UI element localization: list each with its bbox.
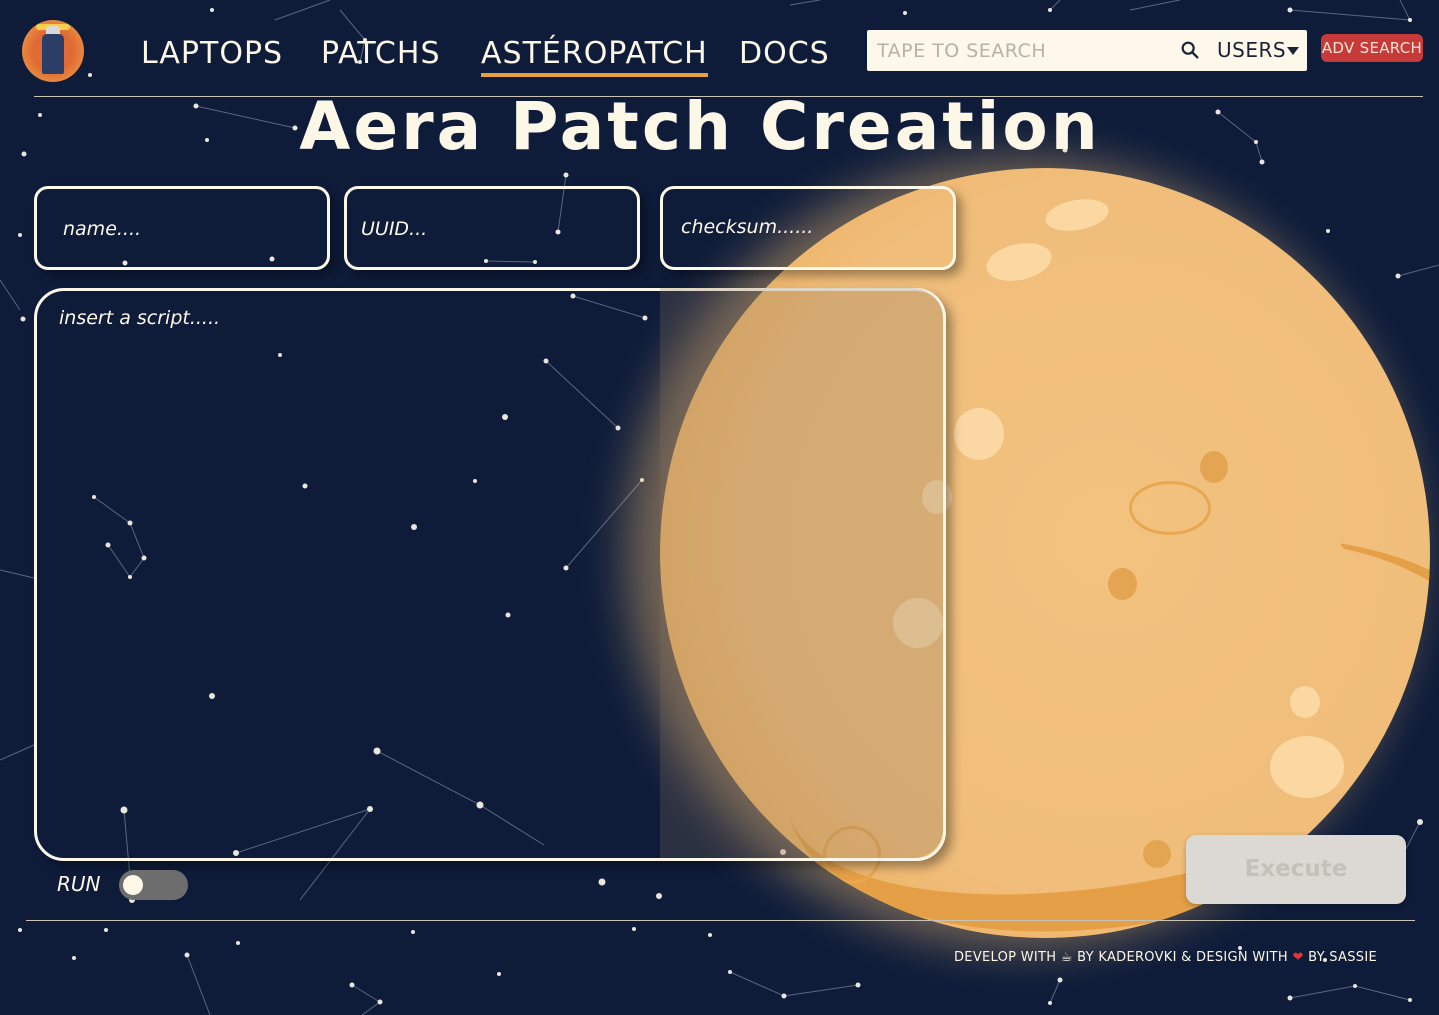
run-toggle[interactable] <box>119 870 188 900</box>
search-bar: USERS <box>867 30 1307 71</box>
moon-crater <box>1129 481 1211 535</box>
nav-link-docs[interactable]: DOCS <box>739 36 830 71</box>
footer-divider <box>26 920 1415 921</box>
footer-credits: DEVELOP WITH ☕ BY KADEROVKI & DESIGN WIT… <box>954 950 1377 965</box>
moon-crater <box>1200 451 1228 483</box>
moon-crater <box>1143 840 1171 868</box>
nav-link-asteropatch[interactable]: ASTÉROPATCH <box>481 36 708 77</box>
moon-crater <box>1270 736 1344 798</box>
robot-body <box>42 34 64 74</box>
footer-text-authors: BY KADEROVKI & DESIGN WITH <box>1072 950 1293 965</box>
script-textarea[interactable] <box>57 305 921 839</box>
nav-link-patchs[interactable]: PATCHS <box>321 36 440 71</box>
footer-text-develop: DEVELOP WITH <box>954 950 1061 965</box>
uuid-field-box <box>344 186 640 270</box>
users-dropdown[interactable]: USERS <box>1217 38 1286 62</box>
name-input[interactable] <box>61 213 315 245</box>
uuid-input[interactable] <box>359 213 623 245</box>
execute-button[interactable]: Execute <box>1186 835 1406 904</box>
checksum-input[interactable] <box>679 211 943 243</box>
name-field-box <box>34 186 330 270</box>
moon-crater <box>954 408 1004 460</box>
heart-icon: ❤ <box>1292 950 1304 965</box>
robot-logo-icon[interactable] <box>22 20 84 82</box>
toggle-knob[interactable] <box>123 875 143 895</box>
moon-crater <box>982 237 1056 287</box>
search-icon[interactable] <box>1179 39 1201 61</box>
nav-link-laptops[interactable]: LAPTOPS <box>141 36 283 71</box>
adv-search-button[interactable]: ADV SEARCH <box>1321 34 1423 62</box>
script-field-box <box>34 288 946 861</box>
run-label: RUN <box>57 872 101 896</box>
footer-text-designer: BY SASSIE <box>1303 950 1377 965</box>
moon-crater <box>1042 194 1112 236</box>
caret-down-icon[interactable] <box>1287 47 1299 55</box>
page-title: Aera Patch Creation <box>299 88 1101 165</box>
moon-crater <box>1108 568 1137 600</box>
search-input[interactable] <box>875 36 1169 66</box>
coffee-icon: ☕ <box>1060 950 1073 965</box>
moon-crater <box>1290 686 1320 718</box>
checksum-field-box <box>660 186 956 270</box>
